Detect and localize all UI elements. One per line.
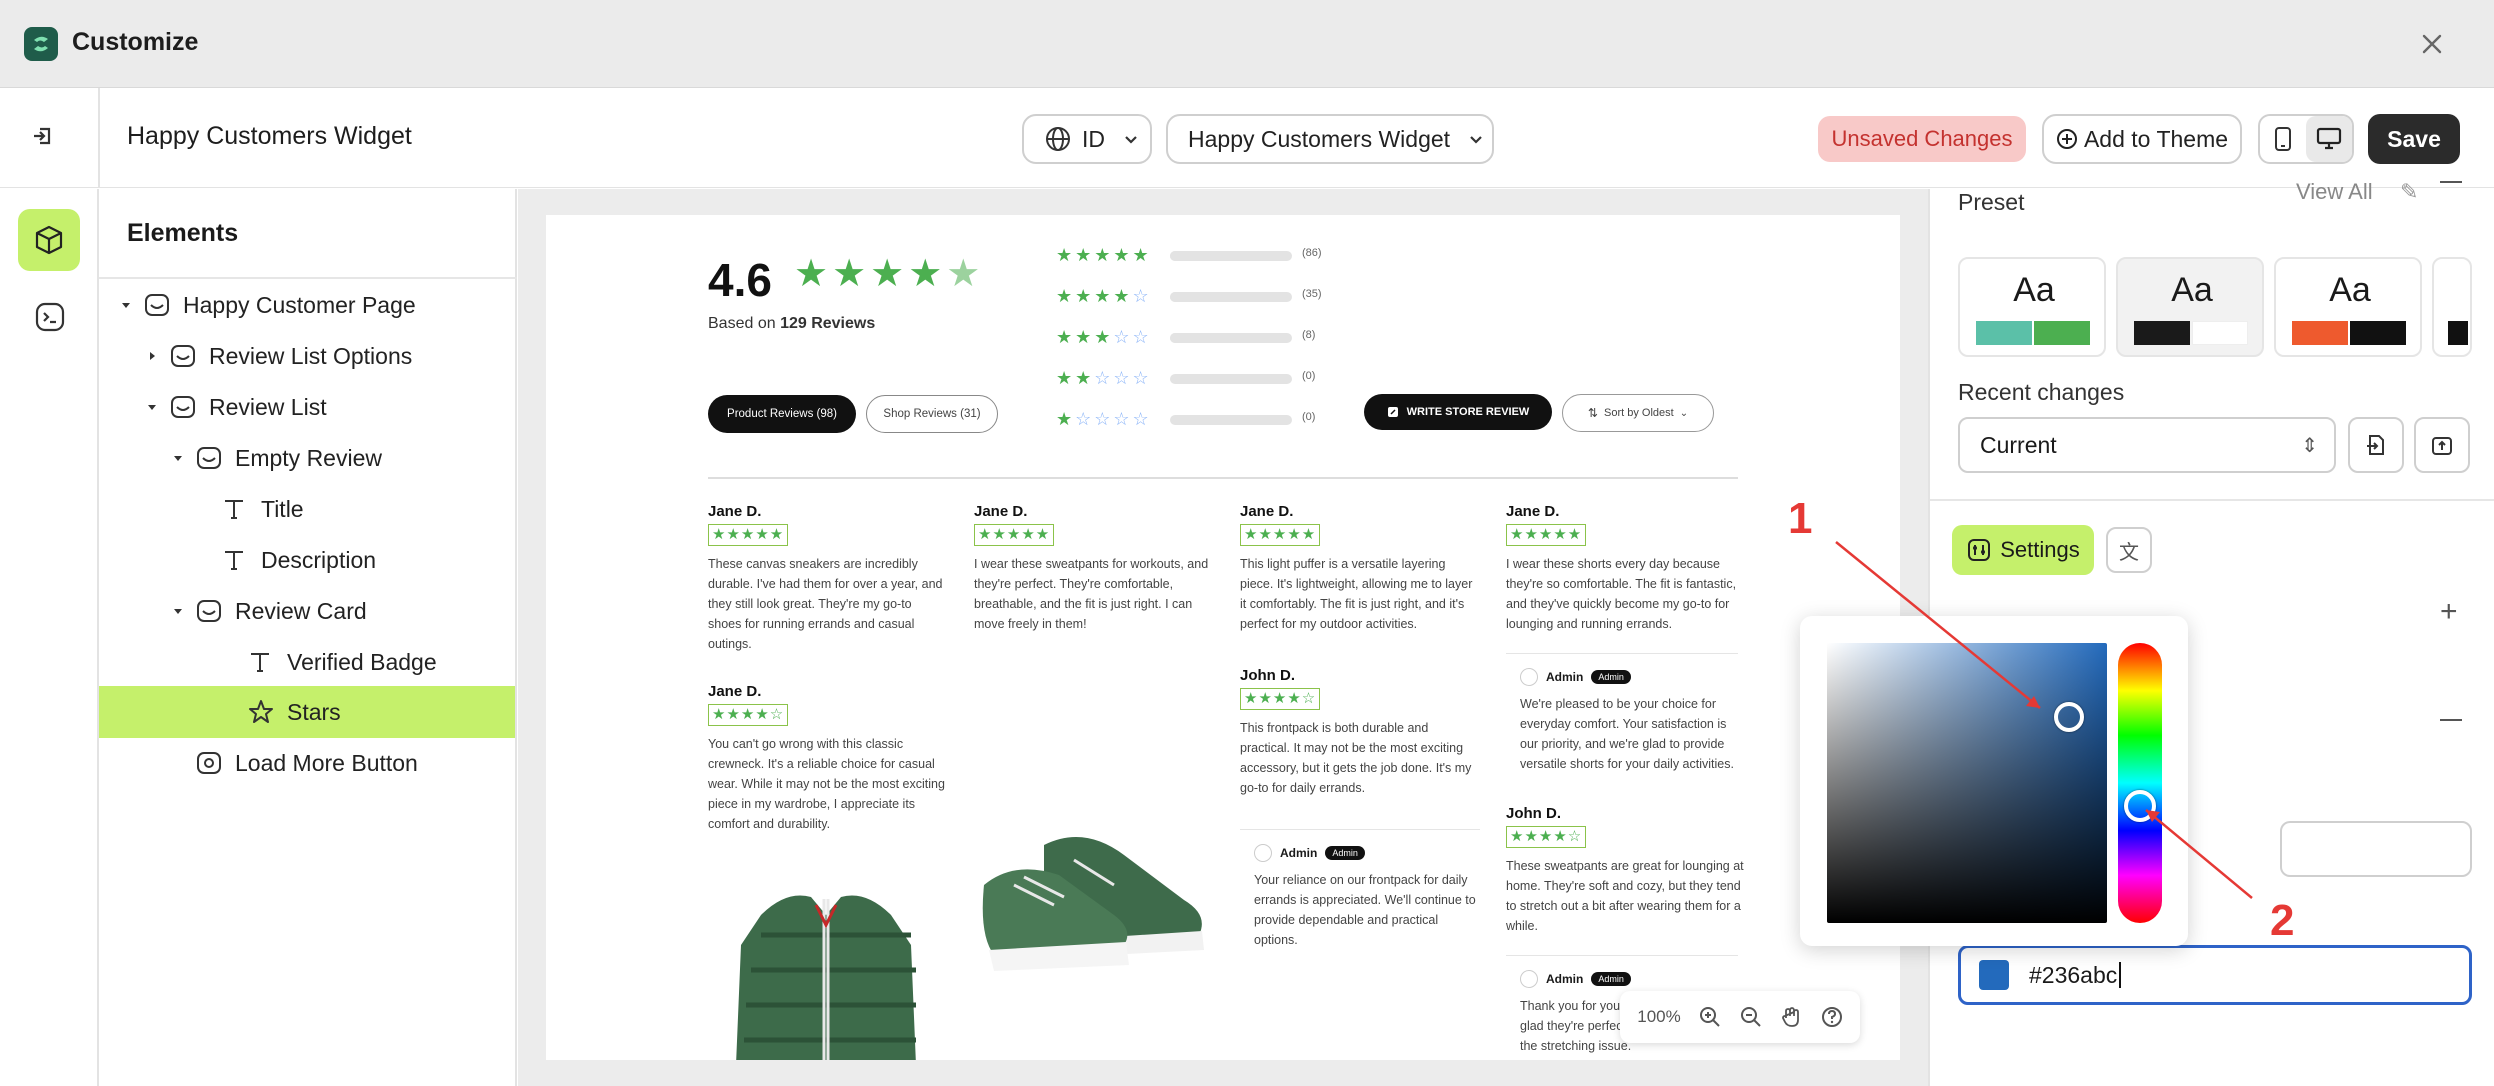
annotation-label-2: 2 <box>2270 896 2295 945</box>
annotation-arrows <box>1835 541 2253 899</box>
customize-window: Customize Happy Customers Widget ID Happ… <box>0 0 2494 1086</box>
annotation-label-1: 1 <box>1788 494 1813 543</box>
